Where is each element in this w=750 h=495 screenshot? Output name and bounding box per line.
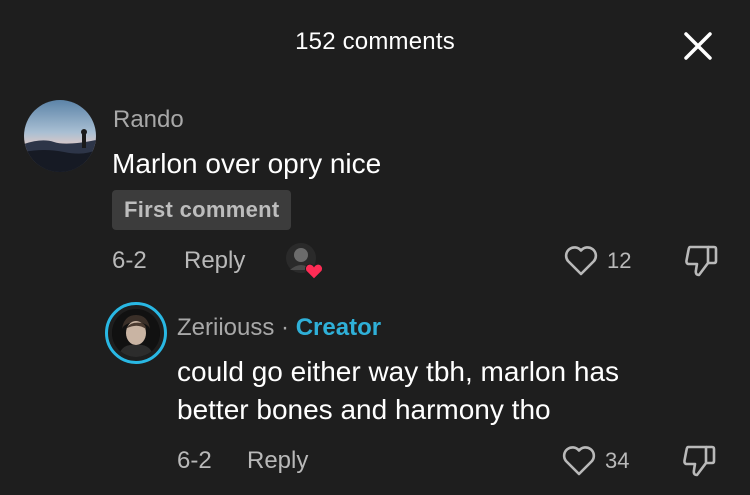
reply-text-line-2: better bones and harmony tho [177, 394, 551, 425]
separator-dot: · [281, 314, 290, 341]
like-count: 12 [607, 248, 632, 273]
reply-button[interactable]: Reply [247, 447, 308, 475]
heart-icon [564, 246, 598, 276]
like-button[interactable] [561, 443, 597, 477]
comment-text: Marlon over opry nice [112, 148, 382, 179]
heart-badge-icon [304, 263, 324, 280]
creator-liked-indicator [285, 242, 324, 280]
close-button[interactable] [680, 28, 716, 64]
avatar [112, 309, 160, 357]
heart-icon [562, 446, 596, 476]
reply-date: 6-2 [177, 447, 212, 474]
creator-avatar[interactable] [105, 302, 167, 364]
comment-date: 6-2 [112, 247, 147, 274]
creator-label: Creator [295, 314, 382, 341]
avatar[interactable] [24, 100, 96, 172]
comment-username[interactable]: Rando [113, 106, 184, 134]
dislike-button[interactable] [682, 243, 720, 279]
comments-title: 152 comments [295, 28, 455, 55]
thumbs-down-icon [683, 445, 716, 477]
reply-button[interactable]: Reply [184, 247, 245, 275]
like-count: 34 [605, 448, 630, 473]
reply-header: Zeriiouss · Creator [177, 314, 381, 342]
close-icon [684, 32, 712, 60]
first-comment-badge: First comment [112, 190, 292, 230]
like-button[interactable] [563, 243, 599, 277]
thumbs-down-icon [685, 245, 718, 277]
dislike-button[interactable] [680, 443, 718, 479]
reply-text-line-1: could go either way tbh, marlon has [177, 356, 620, 387]
reply-username[interactable]: Zeriiouss [177, 314, 274, 341]
